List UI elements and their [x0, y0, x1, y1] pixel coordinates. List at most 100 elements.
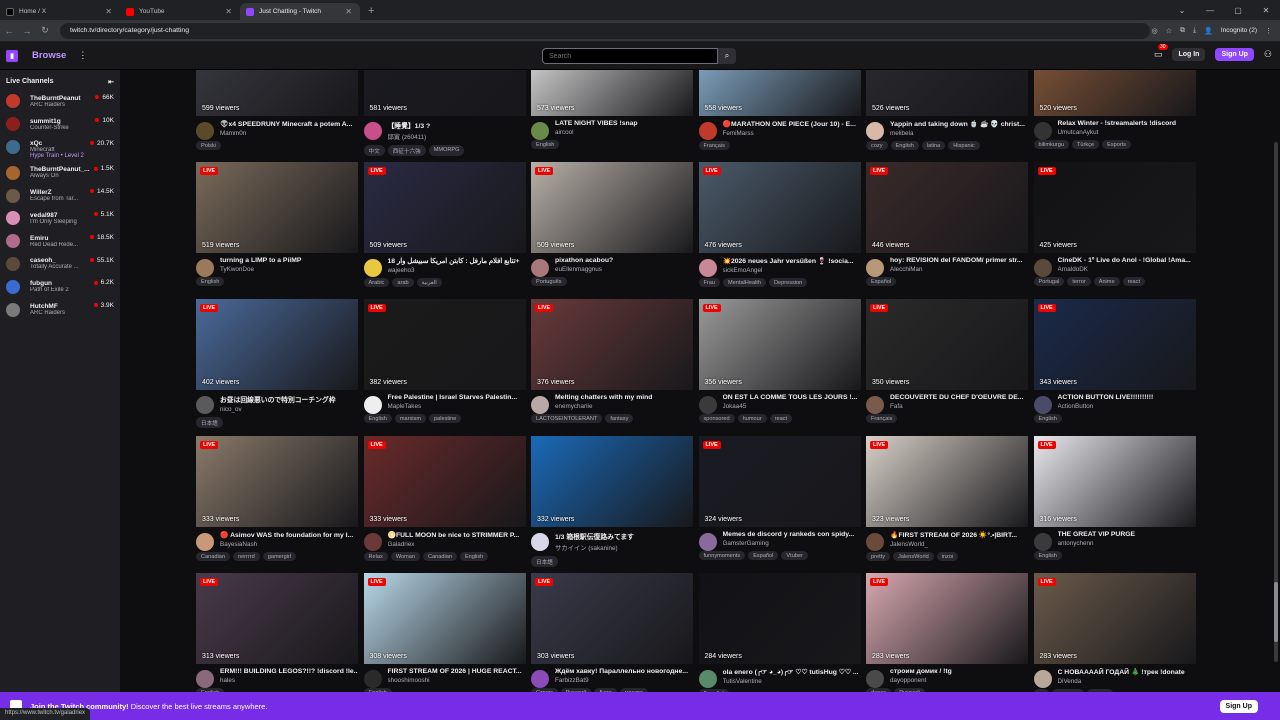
close-tab-icon[interactable]: ✕	[105, 7, 112, 16]
stream-title[interactable]: Ждём хавку! Параллельно новогодне...	[555, 668, 693, 675]
stream-card[interactable]: 520 viewers Relax Winter - !streamalerts…	[1033, 70, 1196, 162]
sidebar-channel-item[interactable]: vedal987 I'm Only Sleeping 5.1K	[0, 207, 120, 230]
streamer-name[interactable]: nico_ov	[220, 406, 358, 413]
stream-card[interactable]: LIVE 313 viewers ERM!!! BUILDING LEGOS?!…	[196, 573, 358, 692]
more-icon[interactable]: ⋮	[78, 50, 87, 61]
sidebar-channel-item[interactable]: HutchMF ARC Raiders 3.9K	[0, 298, 120, 321]
stream-tag[interactable]: Woman	[390, 552, 420, 561]
avatar[interactable]	[698, 533, 717, 551]
incognito-icon[interactable]: 👤	[1204, 27, 1213, 35]
avatar[interactable]	[531, 396, 549, 414]
stream-tag[interactable]: palestine	[429, 414, 462, 423]
stream-tag[interactable]: Vtuber	[781, 551, 808, 560]
stream-thumbnail[interactable]: LIVE 509 viewers	[531, 162, 693, 253]
stream-title[interactable]: ERM!!! BUILDING LEGOS?!!? !discord !le..…	[220, 668, 358, 675]
forward-icon[interactable]: →	[18, 26, 36, 36]
stream-card[interactable]: LIVE 382 viewers Free Palestine | Israel…	[363, 299, 526, 436]
stream-tag[interactable]: English	[1033, 414, 1062, 423]
stream-thumbnail[interactable]: LIVE 283 viewers	[1033, 573, 1196, 664]
stream-title[interactable]: 🔥FIRST STREAM OF 2026 ☀️°.•|BIRT...	[890, 531, 1028, 539]
stream-title[interactable]: DECOUVERTE DU CHEF D'OEUVRE DE...	[890, 394, 1028, 401]
stream-card[interactable]: 332 viewers 1/3 箱根駅伝復路みてます サカイイン (sakani…	[531, 436, 693, 573]
stream-thumbnail[interactable]: LIVE 316 viewers	[1033, 436, 1196, 527]
streamer-name[interactable]: Fafa	[890, 403, 1028, 410]
stream-tag[interactable]: Portugal	[1033, 277, 1065, 286]
stream-tag[interactable]: funnymoments	[698, 551, 746, 560]
stream-thumbnail[interactable]: 526 viewers	[866, 70, 1028, 116]
stream-thumbnail[interactable]: LIVE 356 viewers	[698, 299, 861, 390]
stream-tag[interactable]: Depression	[768, 278, 808, 287]
stream-title[interactable]: ola enero (╭☞ ◕_◕)╭☞ ♡♡ tutisHug ♡♡ ...	[723, 668, 861, 676]
stream-tag[interactable]: nerrrrd	[232, 552, 260, 561]
stream-title[interactable]: Melting chatters with my mind	[555, 394, 693, 401]
stream-thumbnail[interactable]: LIVE 283 viewers	[866, 573, 1028, 664]
search-input[interactable]	[542, 48, 718, 64]
stream-tag[interactable]: Hispanic	[948, 141, 980, 150]
stream-card[interactable]: LIVE 333 viewers 🔴 Asimov WAS the founda…	[196, 436, 358, 573]
browse-link[interactable]: Browse	[32, 50, 66, 61]
close-tab-icon[interactable]: ✕	[225, 7, 232, 16]
stream-tag[interactable]: English	[196, 277, 225, 286]
avatar[interactable]	[1033, 533, 1052, 551]
avatar[interactable]	[531, 122, 549, 140]
stream-title[interactable]: ON EST LA COMME TOUS LES JOURS !...	[723, 394, 861, 401]
avatar[interactable]	[1033, 396, 1052, 414]
stream-tag[interactable]: inzoi	[936, 552, 959, 561]
streamer-name[interactable]: AlecchiMan	[890, 266, 1028, 273]
stream-title[interactable]: Memes de discord y rankeds con spidy...	[723, 531, 861, 538]
streamer-name[interactable]: DiVenda	[1058, 678, 1196, 685]
stream-thumbnail[interactable]: 599 viewers	[196, 70, 358, 116]
login-button[interactable]: Log In	[1172, 48, 1206, 61]
tab-search-icon[interactable]: ⌄	[1168, 6, 1196, 15]
close-window-icon[interactable]: ✕	[1252, 6, 1280, 15]
stream-thumbnail[interactable]: LIVE 324 viewers	[698, 436, 861, 527]
stream-tag[interactable]: English	[363, 414, 392, 423]
streamer-name[interactable]: 邱寅 (z60411)	[388, 132, 526, 141]
stream-title[interactable]: تتابع افلام مارفل : كابتن امريكا سبيشل و…	[388, 257, 526, 265]
incognito-label[interactable]: Incognito (2)	[1221, 27, 1257, 34]
stream-card[interactable]: 573 viewers LATE NIGHT VIBES !snap airco…	[531, 70, 693, 162]
banner-signup-button[interactable]: Sign Up	[1219, 699, 1258, 713]
stream-title[interactable]: pixathon acabou?	[555, 257, 693, 264]
stream-tag[interactable]: Español	[748, 551, 779, 560]
stream-thumbnail[interactable]: LIVE 333 viewers	[196, 436, 358, 527]
stream-card[interactable]: 558 viewers 🔴MARATHON ONE PIECE (Jour 10…	[698, 70, 861, 162]
stream-tag[interactable]: Esports	[1102, 140, 1132, 149]
stream-tag[interactable]: Relax	[363, 552, 388, 561]
avatar[interactable]	[866, 670, 884, 688]
stream-title[interactable]: Free Palestine | Israel Starves Palestin…	[388, 394, 526, 401]
avatar[interactable]	[196, 122, 214, 140]
stream-tag[interactable]: English	[890, 141, 919, 150]
streamer-name[interactable]: enemycharlie	[555, 403, 693, 410]
reload-icon[interactable]: ↻	[36, 25, 54, 36]
avatar[interactable]	[698, 670, 717, 688]
streamer-name[interactable]: TutisValentine	[723, 678, 861, 685]
stream-title[interactable]: THE GREAT VIP PURGE	[1058, 531, 1196, 538]
stream-card[interactable]: LIVE 303 viewers Ждём хавку! Параллельно…	[531, 573, 693, 692]
stream-tag[interactable]: English	[531, 140, 560, 149]
streamer-name[interactable]: antonychenn	[1058, 540, 1196, 547]
stream-thumbnail[interactable]: LIVE 323 viewers	[866, 436, 1028, 527]
stream-title[interactable]: 💥2026 neues Jahr versüßen 🍷 !socia...	[723, 257, 861, 265]
stream-card[interactable]: LIVE 476 viewers 💥2026 neues Jahr versüß…	[698, 162, 861, 299]
stream-card[interactable]: 526 viewers Yappin and taking down 🍵 ☕ 💀…	[866, 70, 1028, 162]
stream-tag[interactable]: LACTOSEINTOLERANT	[531, 414, 603, 423]
stream-title[interactable]: С НОВААААЙ ГОДАЙ 🎄 !трек !donate	[1058, 668, 1196, 676]
browser-tab-twitch[interactable]: Just Chatting - Twitch ✕	[240, 3, 360, 20]
stream-tag[interactable]: Français	[698, 141, 730, 150]
stream-tag[interactable]: 日本語	[531, 556, 558, 567]
stream-card[interactable]: LIVE 425 viewers CineDK - 1º Live do Ano…	[1033, 162, 1196, 299]
signup-button[interactable]: Sign Up	[1215, 48, 1254, 61]
stream-title[interactable]: FIRST STREAM OF 2026 | HUGE REACT...	[388, 668, 526, 675]
stream-thumbnail[interactable]: LIVE 376 viewers	[531, 299, 693, 390]
stream-title[interactable]: Relax Winter - !streamalerts !discord	[1058, 120, 1196, 127]
stream-thumbnail[interactable]: 581 viewers	[363, 70, 526, 116]
avatar[interactable]	[866, 259, 884, 277]
new-tab-icon[interactable]: +	[360, 3, 382, 20]
streamer-name[interactable]: euEllenmaggnus	[555, 266, 693, 273]
minimize-icon[interactable]: —	[1196, 6, 1224, 15]
stream-title[interactable]: お昼は回線悪いので特別コーチング枠	[220, 394, 358, 404]
menu-icon[interactable]: ⋮	[1265, 27, 1272, 35]
avatar[interactable]	[363, 259, 382, 277]
sidebar-channel-item[interactable]: caseoh_ Totally Accurate ... 55.1K	[0, 253, 120, 276]
